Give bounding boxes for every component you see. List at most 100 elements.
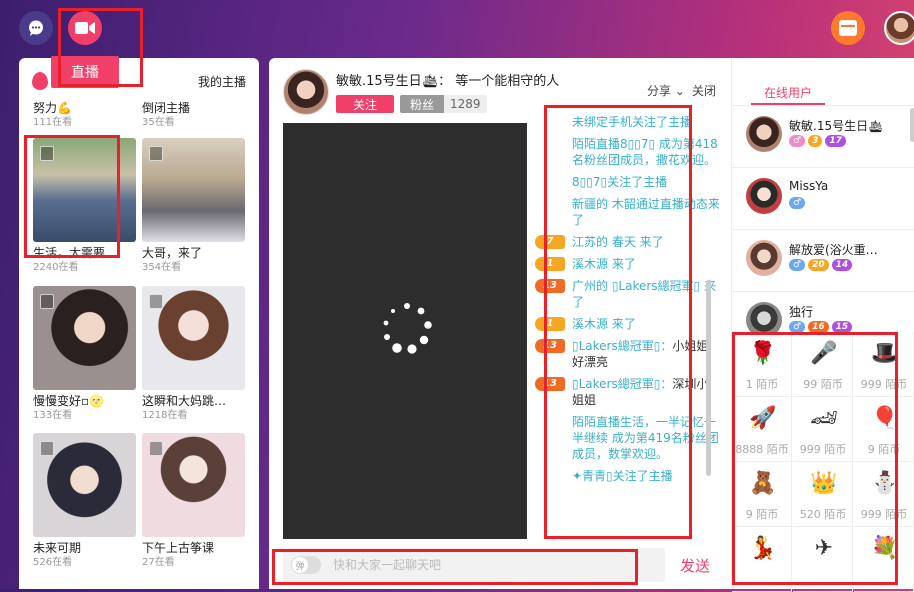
chat-input-row: 弹 [283,548,665,582]
chat-message: 13 ▯Lakers總冠軍▯：小姐姐好漂亮 [535,338,720,370]
host-card-name: 这瞬和大妈跳… [142,394,227,408]
gift-item[interactable]: 🌹 1 陌币 [732,332,792,397]
gift-item[interactable]: ⛄ 999 陌币 [854,462,914,527]
host-card-name: 未来可期 [33,541,82,555]
host-card[interactable]: 未来可期 526在看 [33,433,136,570]
balloon-icon: 🎈 [871,406,899,431]
host-thumbnail[interactable] [33,286,136,390]
host-thumbnail[interactable] [142,286,245,390]
host-card[interactable]: 倒闭主播 35在看 [142,100,245,130]
shop-icon[interactable] [831,11,865,45]
loading-spinner-icon [383,303,432,354]
host-card-viewers: 35在看 [142,117,175,128]
rose-icon: 🌹 [749,341,777,366]
chat-message-text: 江苏的 春天 来了 [572,235,664,249]
host-avatar[interactable] [283,69,329,115]
online-user-row[interactable]: 敏敏.15号生日🛳 ♂ 3 17 [732,106,914,168]
gift-item[interactable]: 💐 [854,527,914,592]
gender-badge: ♂ [789,259,806,271]
gift-price: 999 陌币 [860,508,908,521]
close-button[interactable]: 关闭 [692,82,716,99]
live-tab-label[interactable]: 直播 [51,56,119,88]
gift-item[interactable]: 🏎 999 陌币 [793,397,853,462]
my-hosts-link[interactable]: 我的主播 [198,73,246,90]
chat-message: 1 溪木源 来了 [535,256,720,272]
chat-message: 13 广州的 ▯Lakers總冠軍▯ 来了 [535,278,720,310]
gift-price: 9 陌币 [745,508,779,521]
charm-level-badge: 17 [825,135,846,147]
top-hat-icon: 🎩 [871,341,899,366]
charm-level-badge: 14 [831,259,853,271]
chat-bubble-icon[interactable] [19,11,53,45]
online-user-row[interactable]: MissYa ♂ [732,168,914,230]
gift-item[interactable]: 🧸 9 陌币 [732,462,792,527]
user-level-badge: 1 [535,257,565,271]
host-card-name: 下午上古筝课 [142,541,215,555]
follow-button[interactable]: 关注 [336,95,394,113]
host-card-viewers: 526在看 [33,557,73,568]
host-card[interactable]: 生活，太需要… 2240在看 [33,138,136,275]
dancers-icon: 💃 [749,536,777,561]
host-thumbnail[interactable] [142,433,245,537]
live-room-panel: 敏敏.15号生日🛳： 等一个能相守的人 关注 粉丝 1289 分享 ⌄ 关闭 未… [269,58,731,589]
fans-badge[interactable]: 粉丝 1289 [400,95,487,113]
host-card[interactable]: 大哥，来了 354在看 [142,138,245,275]
gift-item[interactable]: 👑 520 陌币 [793,462,853,527]
chat-message: 未绑定手机关注了主播 [572,116,720,130]
user-level-badge: 7 [535,235,565,249]
host-thumbnail[interactable] [142,138,245,242]
gender-badge: ♂ [789,135,806,147]
tab-online-users[interactable]: 在线用户 [751,84,825,101]
gift-item[interactable]: 🎈 9 陌币 [854,397,914,462]
host-card-viewers: 27在看 [142,557,175,568]
host-card[interactable]: 下午上古筝课 27在看 [142,433,245,570]
snowman-icon: ⛄ [871,471,899,496]
share-button[interactable]: 分享 ⌄ [647,82,685,99]
video-camera-icon[interactable] [68,11,102,45]
danmu-toggle-knob: 弹 [292,557,308,573]
host-thumbnail[interactable] [33,138,136,242]
momo-logo-icon [32,72,48,90]
user-level-badge: 13 [535,339,565,353]
host-card-name: 大哥，来了 [142,246,203,260]
online-user-row[interactable]: 解放爱(浴火重… ♂ 20 14 [732,230,914,292]
gift-item[interactable]: 🎤 99 陌币 [793,332,853,397]
gift-price: 9 陌币 [867,443,901,456]
chat-message-text: ✦青青▯关注了主播 [572,469,673,483]
gift-price: 999 陌币 [799,443,847,456]
chat-message-list[interactable]: 未绑定手机关注了主播陌陌直播8▯▯7▯ 成为第418名粉丝团成员，撒花欢迎。 8▯… [535,116,720,540]
host-card-name: 努力💪 [33,101,72,115]
wealth-level-badge: 20 [808,259,829,271]
bouquet-icon: 💐 [871,536,899,561]
chat-message: 陌陌直播生活，一半记忆一半继续 成为第419名粉丝团成员，数掌欢迎。 [572,414,720,462]
host-thumbnail[interactable] [33,433,136,537]
user-avatar[interactable] [884,11,914,45]
chat-message-text: 陌陌直播8▯▯7▯ 成为第418名粉丝团成员，撒花欢迎。 [572,137,718,167]
host-card-viewers: 2240在看 [33,262,79,273]
video-player[interactable] [283,123,527,539]
gift-price: 520 陌币 [799,508,847,521]
host-card[interactable]: 慢慢变好▫🌝 133在看 [33,286,136,423]
chat-input[interactable] [333,555,633,575]
gift-item[interactable]: 🚀 8888 陌币 [732,397,792,462]
gift-item[interactable]: 💃 [732,527,792,592]
chat-message: 陌陌直播8▯▯7▯ 成为第418名粉丝团成员，撒花欢迎。 [572,136,720,168]
gift-item[interactable]: 🎩 999 陌币 [854,332,914,397]
airplane-icon: ✈ [814,536,834,561]
chat-scrollbar[interactable] [706,280,711,476]
host-card[interactable]: 努力💪 111在看 [33,100,136,130]
host-card-name: 倒闭主播 [142,101,191,115]
host-card-viewers: 1218在看 [142,410,188,421]
share-label: 分享 [647,84,672,98]
gift-item[interactable]: ✈ [793,527,853,592]
host-card-name: 生活，太需要… [33,246,118,260]
chat-message-text: 8▯▯7▯关注了主播 [572,175,668,189]
host-card[interactable]: 这瞬和大妈跳… 1218在看 [142,286,245,423]
chat-message-text: 陌陌直播生活，一半记忆一半继续 成为第419名粉丝团成员，数掌欢迎。 [572,415,719,461]
host-card-viewers: 133在看 [33,410,73,421]
danmu-toggle[interactable]: 弹 [291,556,321,574]
send-button[interactable]: 发送 [680,555,710,576]
gift-price: 999 陌币 [860,378,908,391]
followed-hosts-panel: 我的主播 努力💪 111在看 倒闭主播 35在看 生活，太需要… 2240在看 … [19,58,259,589]
chat-message: 1 溪木源 来了 [535,316,720,332]
